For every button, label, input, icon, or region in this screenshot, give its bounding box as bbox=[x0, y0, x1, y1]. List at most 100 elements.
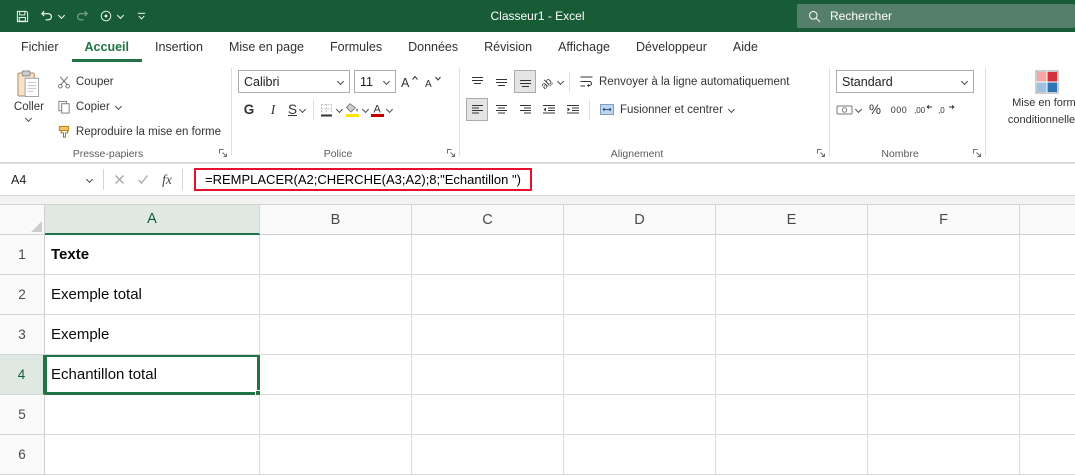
cell-a3[interactable]: Exemple bbox=[45, 315, 260, 355]
row-header-6[interactable]: 6 bbox=[0, 435, 45, 475]
cell-c6[interactable] bbox=[412, 435, 564, 475]
tab-fichier[interactable]: Fichier bbox=[8, 32, 72, 62]
insert-function-button[interactable]: fx bbox=[155, 167, 179, 192]
cell-a2[interactable]: Exemple total bbox=[45, 275, 260, 315]
tab-accueil[interactable]: Accueil bbox=[72, 32, 142, 62]
alignment-dialog-launcher[interactable] bbox=[816, 148, 827, 159]
copy-button[interactable]: Copier bbox=[52, 95, 226, 118]
cell-g4[interactable] bbox=[1020, 355, 1075, 395]
italic-button[interactable]: I bbox=[262, 98, 284, 121]
enter-button[interactable] bbox=[131, 167, 155, 192]
cell-a4-active[interactable]: Echantillon total bbox=[45, 355, 261, 396]
cell-e2[interactable] bbox=[716, 275, 868, 315]
cell-d6[interactable] bbox=[564, 435, 716, 475]
cell-c2[interactable] bbox=[412, 275, 564, 315]
name-box[interactable]: A4 bbox=[4, 167, 100, 192]
tab-revision[interactable]: Révision bbox=[471, 32, 545, 62]
cell-c1[interactable] bbox=[412, 235, 564, 275]
cell-c3[interactable] bbox=[412, 315, 564, 355]
row-header-3[interactable]: 3 bbox=[0, 315, 45, 355]
cell-c5[interactable] bbox=[412, 395, 564, 435]
cell-f5[interactable] bbox=[868, 395, 1020, 435]
cell-g2[interactable] bbox=[1020, 275, 1075, 315]
font-dialog-launcher[interactable] bbox=[446, 148, 457, 159]
align-top-button[interactable] bbox=[466, 70, 488, 93]
cell-g1[interactable] bbox=[1020, 235, 1075, 275]
cell-g5[interactable] bbox=[1020, 395, 1075, 435]
column-header-b[interactable]: B bbox=[260, 205, 412, 235]
cell-a1[interactable]: Texte bbox=[45, 235, 260, 275]
cell-e3[interactable] bbox=[716, 315, 868, 355]
column-header-c[interactable]: C bbox=[412, 205, 564, 235]
paste-button[interactable]: Coller bbox=[6, 66, 52, 123]
increase-decimal-button[interactable]: ,00 bbox=[912, 98, 934, 121]
fill-handle[interactable] bbox=[255, 390, 261, 396]
tab-formules[interactable]: Formules bbox=[317, 32, 395, 62]
cancel-button[interactable] bbox=[107, 167, 131, 192]
tab-aide[interactable]: Aide bbox=[720, 32, 771, 62]
number-format-combo[interactable]: Standard bbox=[836, 70, 974, 93]
tab-developpeur[interactable]: Développeur bbox=[623, 32, 720, 62]
decrease-indent-button[interactable] bbox=[538, 98, 560, 121]
cut-button[interactable]: Couper bbox=[52, 70, 226, 93]
row-header-2[interactable]: 2 bbox=[0, 275, 45, 315]
fill-color-button[interactable] bbox=[345, 98, 369, 121]
align-left-button[interactable] bbox=[466, 98, 488, 121]
search-box[interactable]: Rechercher bbox=[797, 4, 1075, 28]
clipboard-dialog-launcher[interactable] bbox=[218, 148, 229, 159]
tab-donnees[interactable]: Données bbox=[395, 32, 471, 62]
cell-a6[interactable] bbox=[45, 435, 260, 475]
cell-b3[interactable] bbox=[260, 315, 412, 355]
cell-e6[interactable] bbox=[716, 435, 868, 475]
column-header-partial[interactable] bbox=[1020, 205, 1075, 235]
undo-button[interactable] bbox=[39, 4, 65, 28]
accounting-format-button[interactable] bbox=[836, 98, 862, 121]
percent-button[interactable]: % bbox=[864, 98, 886, 121]
bold-button[interactable]: G bbox=[238, 98, 260, 121]
cell-b1[interactable] bbox=[260, 235, 412, 275]
cell-b2[interactable] bbox=[260, 275, 412, 315]
number-dialog-launcher[interactable] bbox=[972, 148, 983, 159]
tab-affichage[interactable]: Affichage bbox=[545, 32, 623, 62]
font-color-button[interactable]: A bbox=[371, 98, 393, 121]
decrease-font-size-button[interactable]: A bbox=[422, 70, 444, 93]
column-header-e[interactable]: E bbox=[716, 205, 868, 235]
cell-f2[interactable] bbox=[868, 275, 1020, 315]
format-painter-button[interactable]: Reproduire la mise en forme bbox=[52, 120, 226, 143]
cell-e5[interactable] bbox=[716, 395, 868, 435]
cell-f4[interactable] bbox=[868, 355, 1020, 395]
cell-f6[interactable] bbox=[868, 435, 1020, 475]
font-size-combo[interactable]: 11 bbox=[354, 70, 396, 93]
select-all-button[interactable] bbox=[0, 205, 45, 235]
cell-d4[interactable] bbox=[564, 355, 716, 395]
cell-g6[interactable] bbox=[1020, 435, 1075, 475]
cell-b4[interactable] bbox=[260, 355, 412, 395]
decrease-decimal-button[interactable]: ,0 bbox=[936, 98, 958, 121]
cell-d2[interactable] bbox=[564, 275, 716, 315]
borders-button[interactable] bbox=[319, 98, 343, 121]
font-name-combo[interactable]: Calibri bbox=[238, 70, 350, 93]
row-header-1[interactable]: 1 bbox=[0, 235, 45, 275]
cell-e1[interactable] bbox=[716, 235, 868, 275]
redo-button[interactable] bbox=[72, 4, 92, 28]
cell-d1[interactable] bbox=[564, 235, 716, 275]
row-header-5[interactable]: 5 bbox=[0, 395, 45, 435]
tab-mise-en-page[interactable]: Mise en page bbox=[216, 32, 317, 62]
align-bottom-button[interactable] bbox=[514, 70, 536, 93]
underline-button[interactable]: S bbox=[286, 98, 308, 121]
align-center-button[interactable] bbox=[490, 98, 512, 121]
increase-font-size-button[interactable]: A bbox=[398, 70, 420, 93]
conditional-formatting-button[interactable]: Mise en forme conditionnelle bbox=[992, 66, 1075, 128]
tab-insertion[interactable]: Insertion bbox=[142, 32, 216, 62]
cell-e4[interactable] bbox=[716, 355, 868, 395]
cell-c4[interactable] bbox=[412, 355, 564, 395]
column-header-a[interactable]: A bbox=[45, 205, 260, 235]
cell-f1[interactable] bbox=[868, 235, 1020, 275]
qat-command-button[interactable] bbox=[99, 4, 124, 28]
customize-qat-button[interactable] bbox=[131, 4, 151, 28]
increase-indent-button[interactable] bbox=[562, 98, 584, 121]
cell-d5[interactable] bbox=[564, 395, 716, 435]
merge-center-button[interactable]: Fusionner et centrer bbox=[595, 98, 740, 121]
align-middle-button[interactable] bbox=[490, 70, 512, 93]
column-header-f[interactable]: F bbox=[868, 205, 1020, 235]
